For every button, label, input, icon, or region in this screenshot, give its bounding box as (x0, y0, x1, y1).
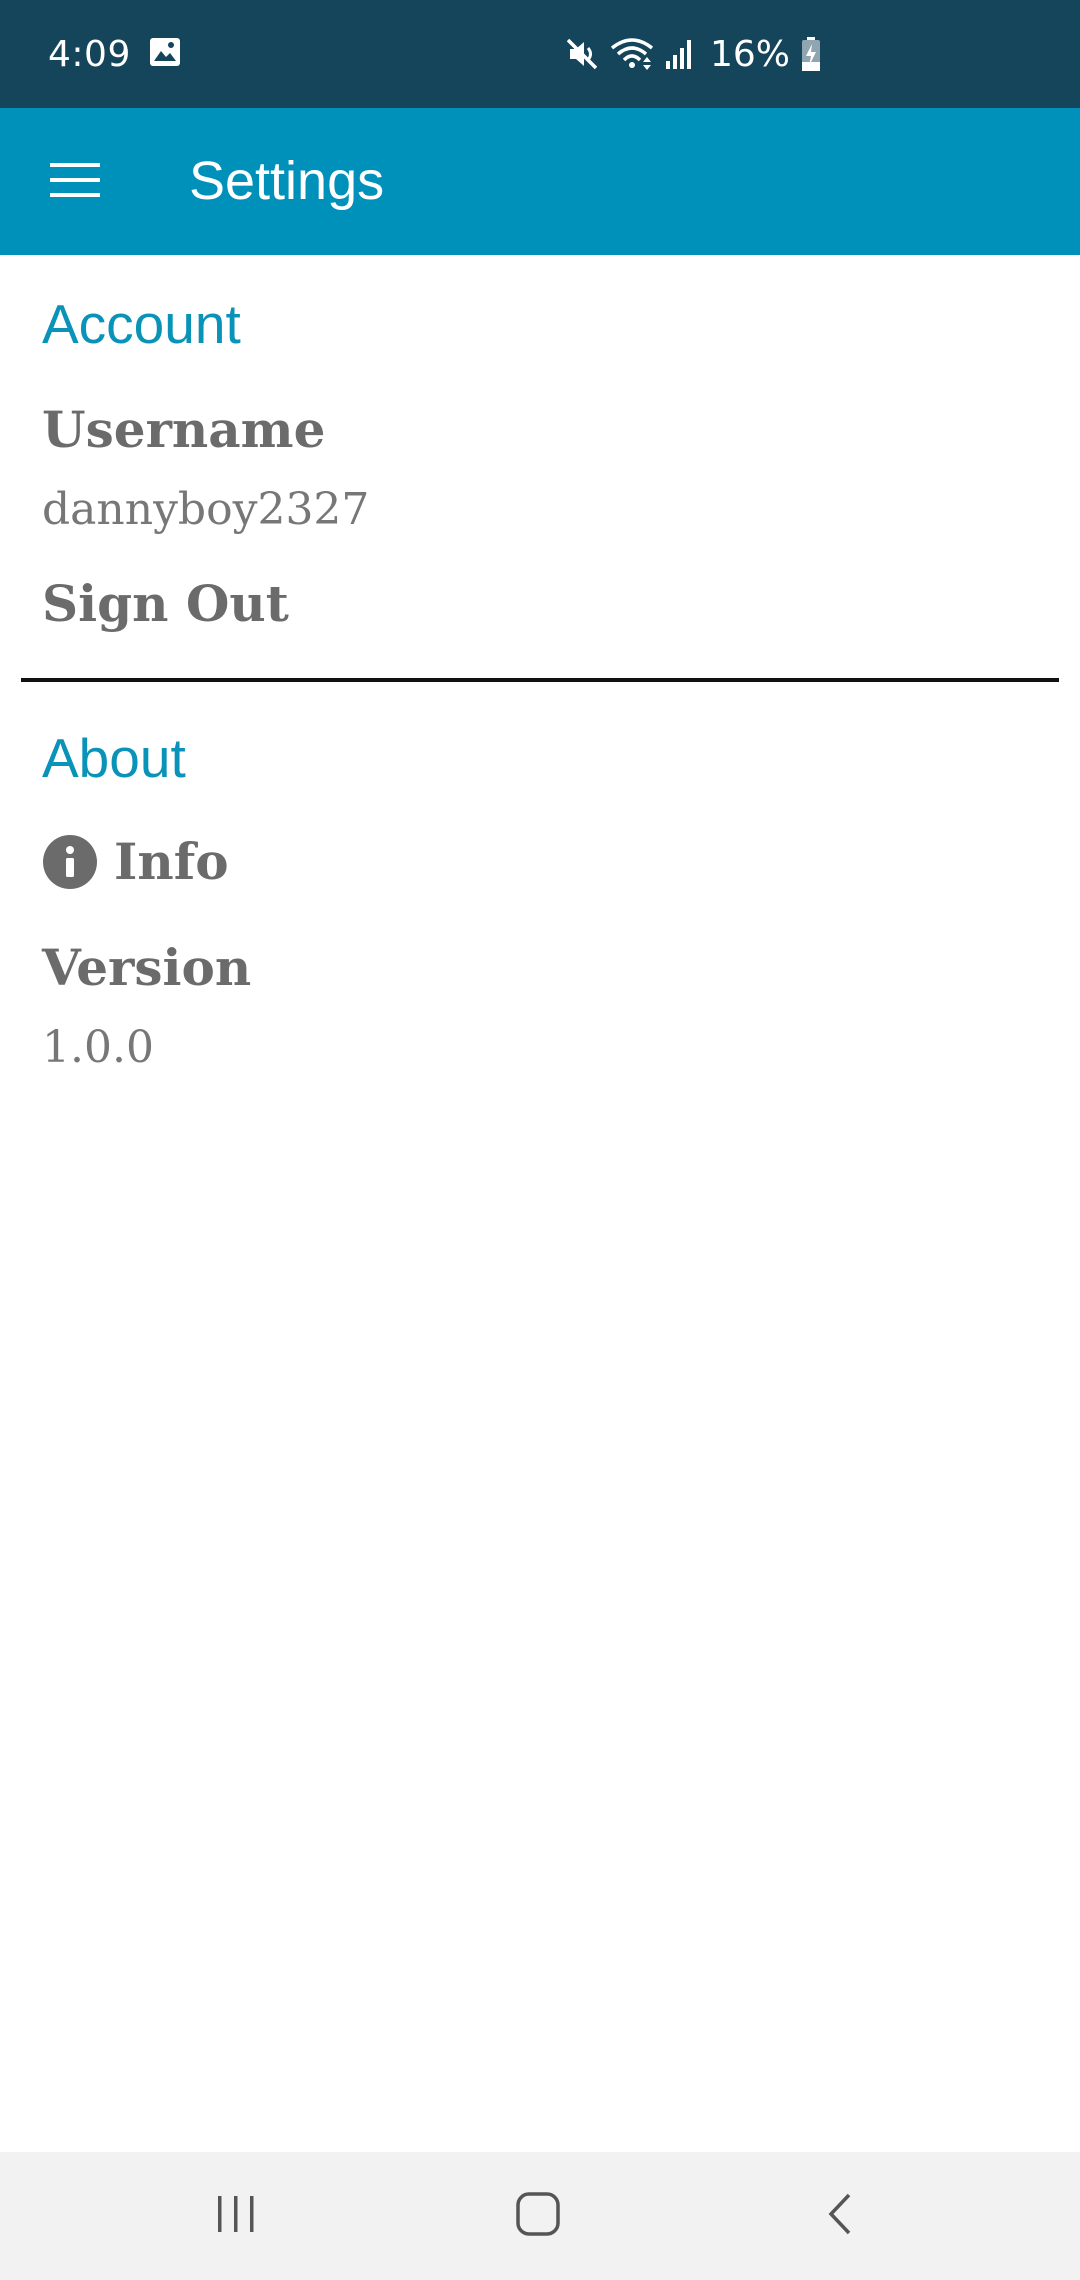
account-section-header: Account (42, 293, 241, 355)
status-bar: 4:09 16% (0, 0, 1080, 108)
settings-screen: 4:09 16% Settings Account Username danny… (0, 0, 1080, 2280)
page-title: Settings (189, 151, 385, 211)
home-button[interactable] (458, 2152, 618, 2280)
sign-out-button[interactable]: Sign Out (42, 574, 289, 633)
navigation-bar (0, 2152, 1080, 2280)
username-value: dannyboy2327 (42, 484, 370, 535)
image-icon (149, 37, 181, 72)
mute-icon (564, 36, 600, 72)
home-icon (515, 2191, 561, 2242)
info-label: Info (114, 832, 229, 891)
battery-charging-icon (800, 36, 822, 72)
signal-icon (664, 37, 696, 71)
wifi-icon (610, 36, 654, 72)
back-button[interactable] (760, 2152, 920, 2280)
username-title[interactable]: Username (42, 400, 325, 459)
menu-button[interactable] (36, 142, 116, 222)
section-divider (21, 678, 1059, 682)
recent-apps-button[interactable] (156, 2152, 316, 2280)
info-icon (42, 834, 98, 890)
app-bar: Settings (0, 108, 1080, 255)
hamburger-menu-icon (50, 161, 102, 204)
version-title[interactable]: Version (42, 938, 251, 997)
back-icon (825, 2191, 855, 2242)
about-section-header: About (42, 727, 186, 789)
status-time: 4:09 (48, 33, 131, 75)
recent-apps-icon (214, 2194, 258, 2239)
info-item[interactable]: Info (42, 832, 229, 891)
battery-percentage: 16% (709, 33, 790, 75)
version-value: 1.0.0 (42, 1022, 154, 1073)
